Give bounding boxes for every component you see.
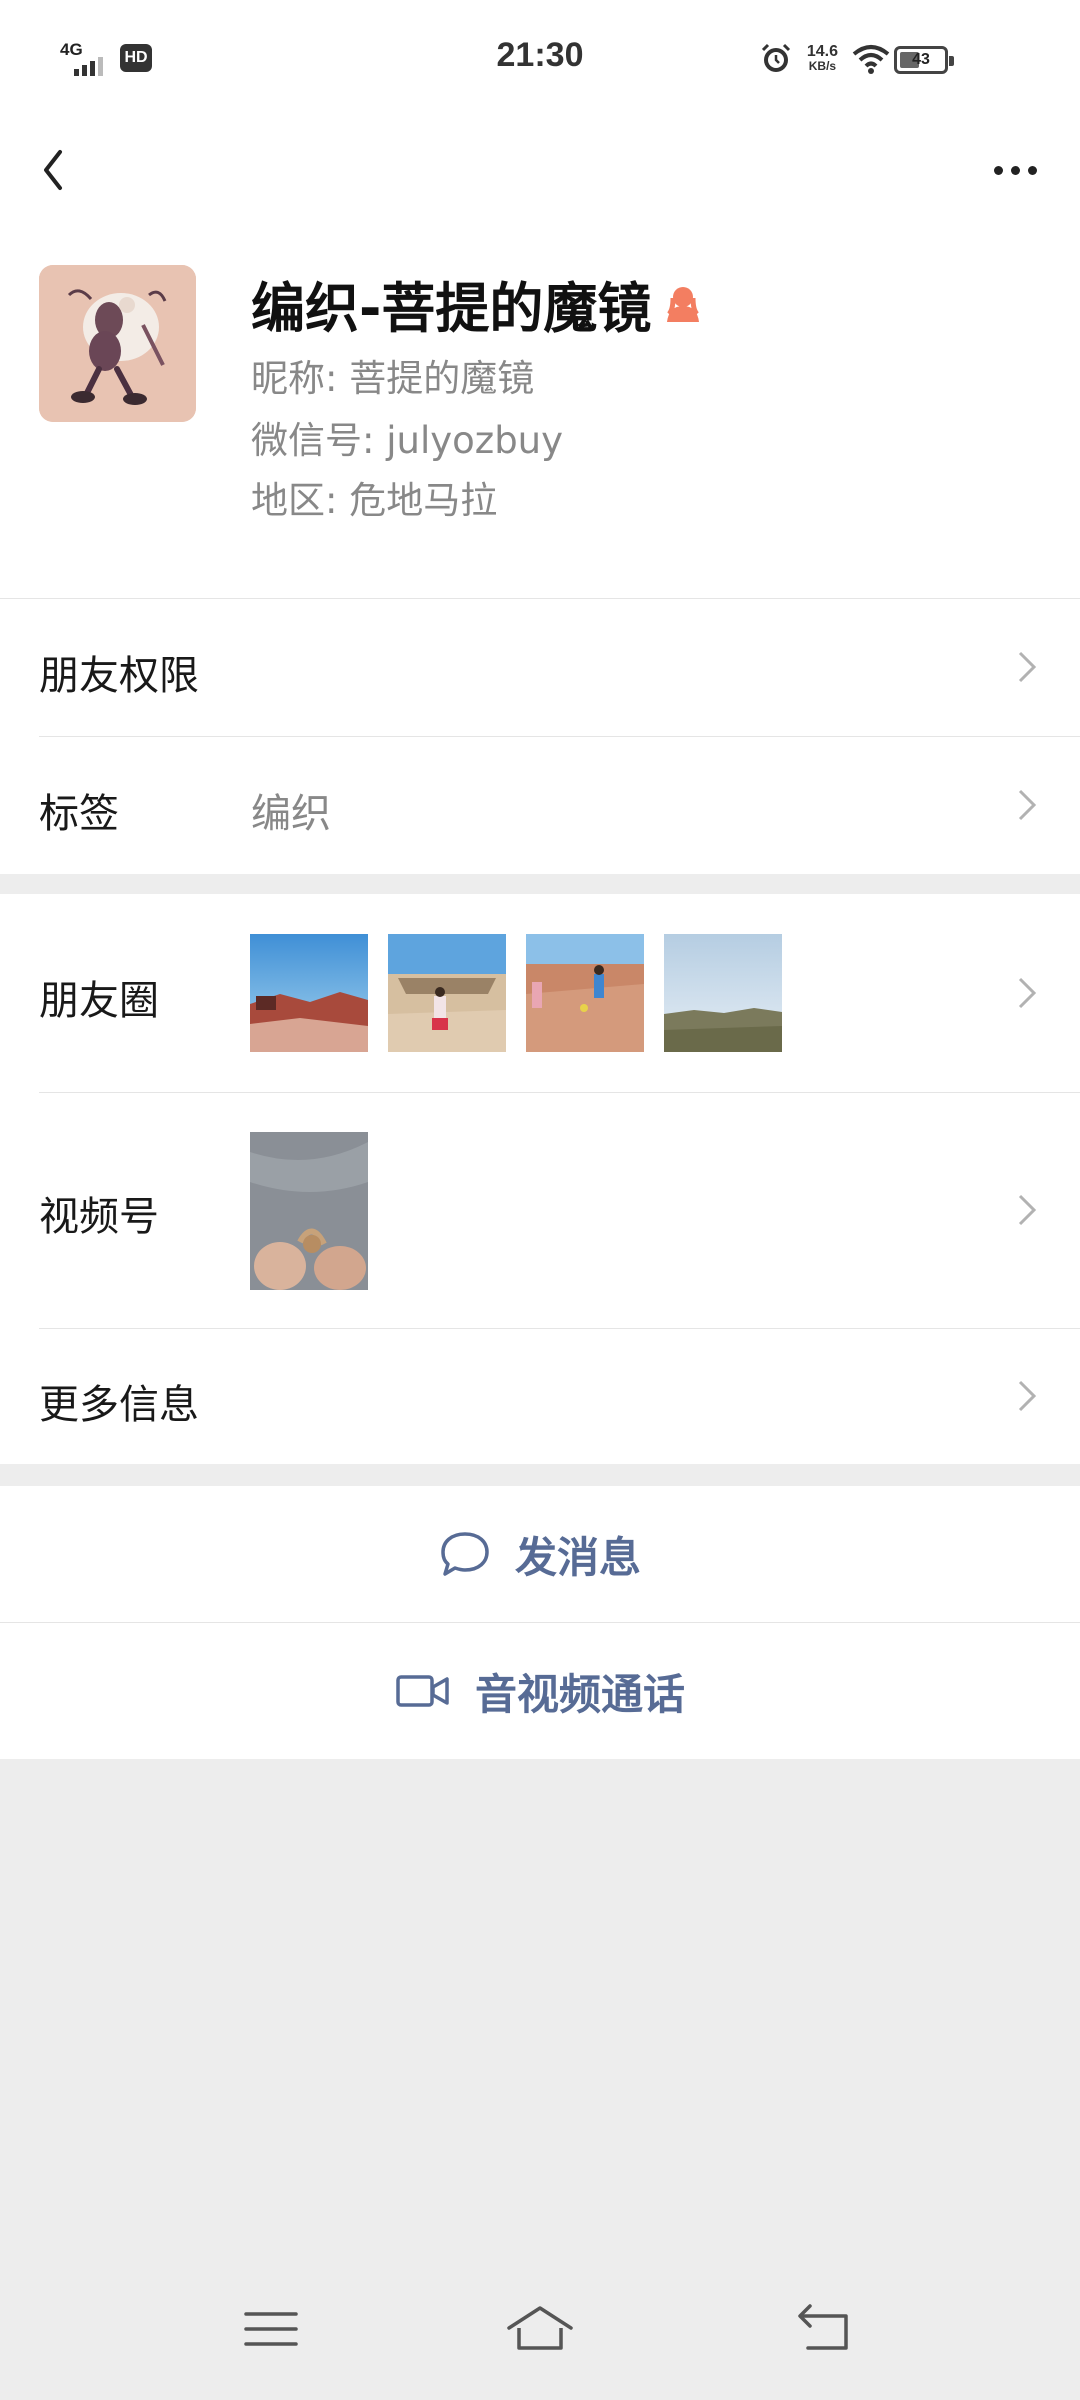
moments-photo-4 bbox=[664, 934, 782, 1052]
avatar-image bbox=[39, 265, 196, 422]
wechat-id-label: 微信号: bbox=[251, 419, 375, 462]
remark-name-row: 编织-菩提的魔镜 bbox=[251, 264, 701, 343]
alarm-icon bbox=[761, 43, 790, 72]
chevron-right-icon bbox=[1018, 1194, 1037, 1226]
tags-value: 编织 bbox=[251, 791, 331, 837]
female-icon bbox=[667, 286, 700, 322]
wechat-id-line: 微信号: julyozbuy bbox=[251, 410, 563, 464]
region-line: 地区: 危地马拉 bbox=[251, 470, 497, 524]
row-moments[interactable]: 朋友圈 bbox=[0, 894, 1080, 1092]
more-icon[interactable] bbox=[980, 140, 1050, 200]
system-nav-bar bbox=[0, 2260, 1080, 2400]
moments-photo-1 bbox=[250, 934, 368, 1052]
region-label: 地区: bbox=[251, 479, 338, 522]
battery-icon: 43 bbox=[894, 46, 954, 74]
row-label: 更多信息 bbox=[39, 1382, 199, 1428]
chevron-right-icon bbox=[1018, 1380, 1037, 1412]
nickname-label: 昵称: bbox=[251, 357, 338, 400]
channels-video-thumbnail bbox=[250, 1132, 368, 1290]
settings-section: 朋友权限 标签 编织 bbox=[0, 598, 1080, 874]
content-section: 朋友圈 视频号 更多信息 bbox=[0, 894, 1080, 1464]
home-icon[interactable] bbox=[505, 2294, 575, 2364]
row-label: 朋友权限 bbox=[39, 653, 199, 699]
status-bar: 4G HD 21:30 14.6 KB/s 43 bbox=[0, 0, 1080, 120]
avatar[interactable] bbox=[39, 265, 196, 422]
profile-header: 编织-菩提的魔镜 昵称: 菩提的魔镜 微信号: julyozbuy 地区: 危地… bbox=[0, 220, 1080, 598]
status-right: 14.6 KB/s bbox=[759, 42, 890, 76]
wechat-id[interactable]: julyozbuy bbox=[386, 419, 563, 462]
nav-bar bbox=[0, 120, 1080, 220]
send-message-button[interactable]: 发消息 bbox=[0, 1486, 1080, 1622]
menu-icon[interactable] bbox=[236, 2294, 306, 2364]
chat-bubble-icon bbox=[441, 1532, 489, 1576]
video-call-label: 音视频通话 bbox=[474, 1669, 685, 1719]
row-label: 视频号 bbox=[39, 1194, 159, 1240]
moments-photo-2 bbox=[388, 934, 506, 1052]
nickname-line: 昵称: 菩提的魔镜 bbox=[251, 348, 534, 402]
chevron-right-icon bbox=[1018, 977, 1037, 1009]
net-speed: 14.6 KB/s bbox=[806, 43, 838, 74]
row-label: 朋友圈 bbox=[39, 978, 159, 1024]
video-camera-icon bbox=[396, 1675, 449, 1707]
row-more-info[interactable]: 更多信息 bbox=[0, 1328, 1080, 1464]
battery-level: 43 bbox=[912, 51, 930, 68]
back-nav-icon[interactable] bbox=[788, 2294, 858, 2364]
chevron-right-icon bbox=[1018, 789, 1037, 821]
row-tags[interactable]: 标签 编织 bbox=[0, 736, 1080, 874]
moments-photo-3 bbox=[526, 934, 644, 1052]
chevron-right-icon bbox=[1018, 651, 1037, 683]
row-friend-permissions[interactable]: 朋友权限 bbox=[0, 598, 1080, 736]
wifi-icon bbox=[852, 45, 890, 74]
nickname: 菩提的魔镜 bbox=[349, 357, 535, 400]
contact-profile-page: 4G HD 21:30 14.6 KB/s 43 编织-菩提的魔镜 昵称: 菩提… bbox=[0, 0, 1080, 2400]
send-message-label: 发消息 bbox=[514, 1532, 641, 1582]
row-label: 标签 bbox=[39, 791, 119, 837]
back-icon[interactable] bbox=[30, 140, 90, 200]
video-call-button[interactable]: 音视频通话 bbox=[0, 1623, 1080, 1759]
region: 危地马拉 bbox=[349, 479, 498, 522]
remark-name: 编织-菩提的魔镜 bbox=[251, 277, 652, 340]
row-channels[interactable]: 视频号 bbox=[0, 1092, 1080, 1328]
